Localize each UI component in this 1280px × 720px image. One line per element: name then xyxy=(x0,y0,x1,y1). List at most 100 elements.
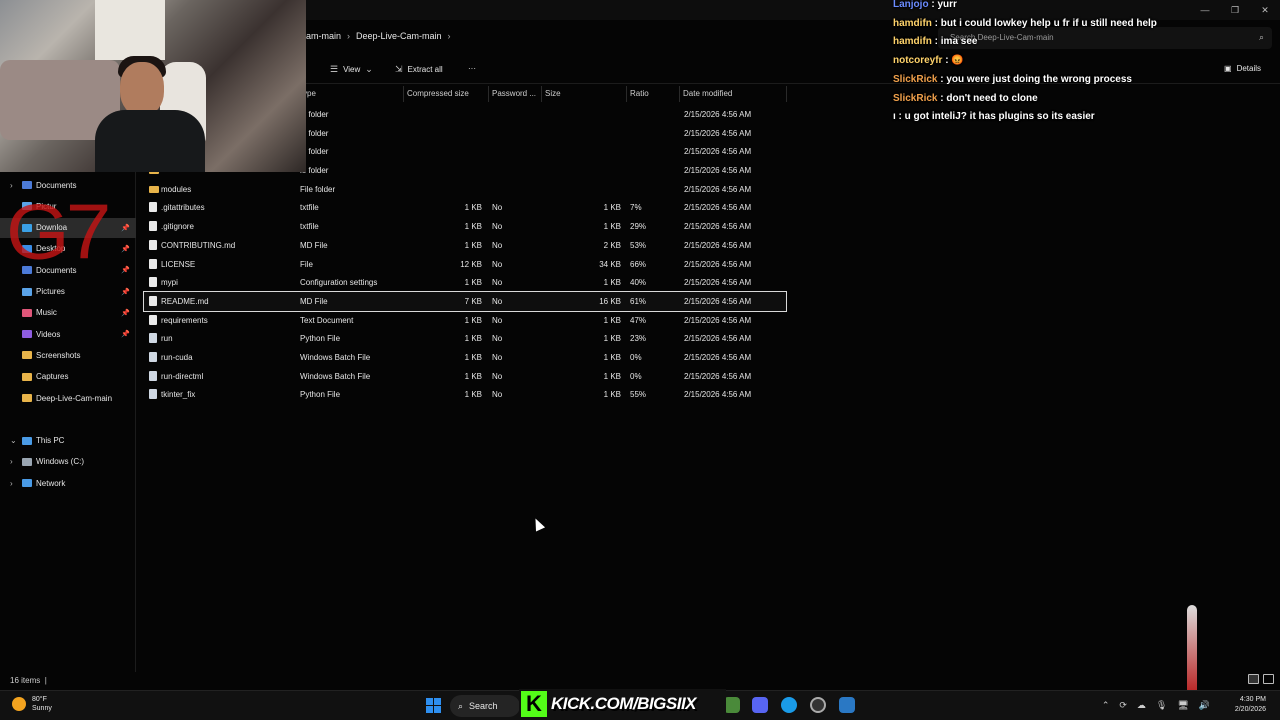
table-row[interactable]: run-directml Windows Batch File 1 KB No 1 KB… xyxy=(144,367,786,386)
chevron-icon[interactable]: › xyxy=(10,479,13,488)
sync-icon[interactable]: ⟳ xyxy=(1119,700,1127,711)
chat-username: SlickRick xyxy=(893,73,938,85)
chat-username: SlickRick xyxy=(893,92,938,104)
table-row[interactable]: requirements Text Document 1 KB No 1 KB 47% 2/… xyxy=(144,311,786,330)
edge-icon[interactable] xyxy=(781,697,797,713)
column-header-password[interactable]: Password ... xyxy=(489,86,542,102)
table-row[interactable]: .gitignore txtfile 1 KB No 1 KB 29% 2/15/2026 … xyxy=(144,217,786,236)
chat-text: : 😡 xyxy=(942,55,964,67)
chevron-icon[interactable]: › xyxy=(10,457,13,466)
table-row[interactable]: README.md MD File 7 KB No 16 KB 61% 2/15/2026 … xyxy=(143,290,787,312)
sidebar-item-this-pc[interactable]: ⌄ This PC xyxy=(0,431,136,451)
maximize-icon[interactable]: ❐ xyxy=(1220,0,1250,20)
microphone-icon[interactable]: 🎙 xyxy=(1156,700,1167,711)
breadcrumb-item-current[interactable]: Deep-Live-Cam-main xyxy=(356,31,442,41)
taskbar-search-label: Search xyxy=(469,701,498,711)
cell-size: 1 KB xyxy=(603,390,621,400)
cell-ratio: 53% xyxy=(630,240,647,250)
details-icon: ▣ xyxy=(1224,64,1232,73)
folder-icon xyxy=(22,351,32,360)
cell-password: No xyxy=(492,352,503,362)
file-name: mypi xyxy=(161,278,178,288)
chevron-up-icon[interactable]: ⌃ xyxy=(1102,700,1110,711)
clock-time: 4:30 PM xyxy=(1239,696,1266,703)
chevron-icon[interactable]: ⌄ xyxy=(10,436,17,445)
sun-icon xyxy=(12,697,26,711)
details-button[interactable]: ▣ Details xyxy=(1224,64,1261,73)
chat-username: hamdifn xyxy=(893,17,932,29)
details-label: Details xyxy=(1236,64,1262,73)
cell-ratio: 66% xyxy=(630,259,647,269)
taskbar-clock[interactable]: 4:30 PM 2/20/2026 xyxy=(1235,695,1266,715)
sidebar-item-deep-live-cam-main[interactable]: Deep-Live-Cam-main xyxy=(0,388,136,408)
sidebar-item-label: Pictures xyxy=(36,287,65,296)
minimize-icon[interactable]: — xyxy=(1190,0,1220,20)
cell-compressed: 1 KB xyxy=(464,315,482,325)
weather-condition: Sunny xyxy=(32,705,52,712)
discord-icon[interactable] xyxy=(752,697,768,713)
chevron-right-icon[interactable]: › xyxy=(448,31,451,41)
table-row[interactable]: run Python File 1 KB No 1 KB 23% 2/15/2026 4:5… xyxy=(144,329,786,348)
status-bar: 16 items | xyxy=(0,672,1280,688)
column-header-date-modified[interactable]: Date modified xyxy=(680,86,787,102)
status-separator: | xyxy=(44,676,47,685)
cell-date: 2/15/2026 4:56 AM xyxy=(684,128,752,138)
cell-date: 2/15/2026 4:56 AM xyxy=(684,352,752,362)
taskbar-search[interactable]: ⌕ Search xyxy=(450,695,520,717)
sidebar-item-screenshots[interactable]: Screenshots xyxy=(0,345,136,365)
column-header-type[interactable]: ype xyxy=(300,86,404,102)
stream-overlay-bar xyxy=(1187,605,1197,695)
extract-all-label: Extract all xyxy=(407,65,443,74)
column-header-compressed-size[interactable]: Compressed size xyxy=(404,86,489,102)
onedrive-icon[interactable]: ☁ xyxy=(1137,700,1146,711)
extract-all-button[interactable]: ⇲ Extract all xyxy=(395,64,443,75)
file-icon xyxy=(149,389,157,400)
cell-password: No xyxy=(492,296,503,306)
breadcrumb-item-parent[interactable]: am-main xyxy=(306,31,341,41)
sidebar-item-captures[interactable]: Captures xyxy=(0,367,136,387)
cell-size: 1 KB xyxy=(603,352,621,362)
close-icon[interactable]: ✕ xyxy=(1250,0,1280,20)
view-button[interactable]: ☰ View ⌄ xyxy=(330,64,373,75)
sidebar-item-music[interactable]: Music 📌 xyxy=(0,303,136,323)
pin-icon: 📌 xyxy=(121,245,130,253)
cell-type: Windows Batch File xyxy=(300,352,371,362)
chat-text: : you were just doing the wrong process xyxy=(937,73,1132,85)
column-header-ratio[interactable]: Ratio xyxy=(627,86,680,102)
cell-type: File folder xyxy=(300,184,336,194)
chat-message: hamdifn : but i could lowkey help u fr i… xyxy=(893,18,1157,29)
sidebar-item-windows-c-[interactable]: › Windows (C:) xyxy=(0,452,136,472)
clock-date: 2/20/2026 xyxy=(1234,706,1266,713)
table-row[interactable]: modules File folder 2/15/2026 4:56 AM xyxy=(144,180,786,199)
volume-icon[interactable]: 🔊 xyxy=(1199,700,1210,711)
webcam-window xyxy=(95,0,165,60)
start-button[interactable] xyxy=(426,698,441,713)
app-icon[interactable] xyxy=(839,697,855,713)
network-icon[interactable]: 🖥 xyxy=(1177,700,1188,711)
tiles-view-icon[interactable] xyxy=(1263,674,1274,684)
more-options-button[interactable]: ··· xyxy=(468,64,476,73)
sidebar-item-pictures[interactable]: Pictures 📌 xyxy=(0,282,136,302)
file-icon xyxy=(149,351,157,362)
obs-icon[interactable] xyxy=(810,697,826,713)
folder-icon xyxy=(22,394,32,402)
taskbar-app-icon[interactable] xyxy=(724,697,740,713)
extract-icon: ⇲ xyxy=(395,64,403,74)
weather-widget[interactable]: 80°F Sunny xyxy=(12,695,52,713)
table-row[interactable]: .gitattributes txtfile 1 KB No 1 KB 7% 2/15/20… xyxy=(144,198,786,217)
table-row[interactable]: LICENSE File 12 KB No 34 KB 66% 2/15/2026 4:56… xyxy=(144,255,786,274)
table-row[interactable]: run-cuda Windows Batch File 1 KB No 1 KB 0% 2/… xyxy=(144,348,786,367)
file-name: CONTRIBUTING.md xyxy=(161,240,236,250)
cell-date: 2/15/2026 4:56 AM xyxy=(684,110,752,119)
table-row[interactable]: tkinter_fix Python File 1 KB No 1 KB 55% 2/15/… xyxy=(144,385,786,404)
sidebar-item-videos[interactable]: Videos 📌 xyxy=(0,324,136,344)
sidebar-item-network[interactable]: › Network xyxy=(0,473,136,493)
search-input[interactable]: Search Deep-Live-Cam-main ⌕ xyxy=(938,27,1272,49)
table-row[interactable]: mypi Configuration settings 1 KB No 1 KB 40% 2… xyxy=(144,273,786,292)
cell-date: 2/15/2026 4:56 AM xyxy=(684,296,752,306)
table-row[interactable]: CONTRIBUTING.md MD File 1 KB No 2 KB 53% 2/15/… xyxy=(144,236,786,255)
details-view-icon[interactable] xyxy=(1248,674,1259,684)
pin-icon: 📌 xyxy=(121,288,130,296)
column-header-size[interactable]: Size xyxy=(542,86,627,102)
file-name: run-directml xyxy=(161,371,204,381)
